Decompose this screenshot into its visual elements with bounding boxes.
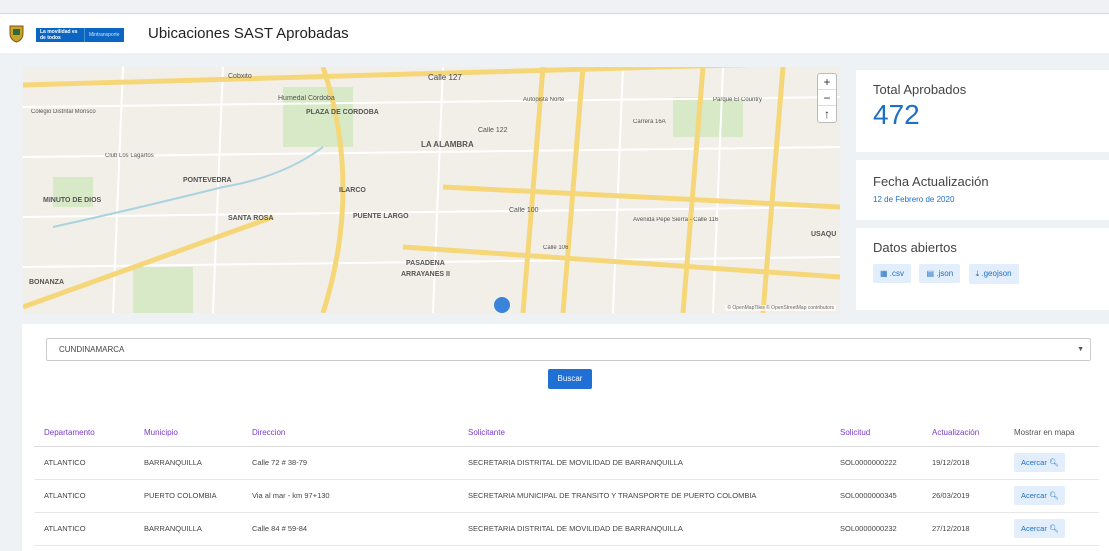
page-title: Ubicaciones SAST Aprobadas bbox=[148, 25, 349, 42]
cell-direccion: Calle 72 # 38-79 bbox=[242, 446, 458, 480]
cell-mostrar: Acercar 🔍︎ bbox=[1004, 479, 1099, 513]
cell-departamento: ATLANTICO bbox=[34, 512, 134, 546]
table-icon: ▦ bbox=[880, 269, 890, 278]
cell-actualizacion: 26/03/2019 bbox=[922, 479, 1004, 513]
table-row: ATLANTICO PUERTO COLOMBIA Via al mar - k… bbox=[34, 479, 1099, 513]
search-icon: 🔍︎ bbox=[1048, 491, 1059, 500]
map-label: Carrera 16A bbox=[633, 119, 666, 125]
map-label: PONTEVEDRA bbox=[183, 177, 232, 184]
map-label: Calle 100 bbox=[509, 207, 539, 214]
col-municipio[interactable]: Municipio bbox=[134, 420, 242, 447]
department-select-value: CUNDINAMARCA bbox=[59, 345, 125, 354]
map-label: Autopista Norte bbox=[523, 97, 565, 103]
zoom-to-button[interactable]: Acercar 🔍︎ bbox=[1014, 486, 1066, 505]
map-label: LA ALAMBRA bbox=[421, 140, 474, 149]
map-label: Club Los Lagartos bbox=[105, 153, 154, 159]
reset-north-button[interactable]: ↑ bbox=[818, 106, 836, 122]
col-direccion[interactable]: Direccion bbox=[242, 420, 458, 447]
table-row: ATLANTICO BARRANQUILLA Calle 72 # 38-79 … bbox=[34, 446, 1099, 480]
cell-solicitante: SECRETARIA DISTRITAL DE MOVILIDAD DE BAR… bbox=[458, 446, 830, 480]
cell-municipio: PUERTO COLOMBIA bbox=[134, 479, 242, 513]
col-actualizacion[interactable]: Actualización bbox=[922, 420, 1004, 447]
table-row: ATLANTICO BARRANQUILLA Calle 84 # 59-84 … bbox=[34, 512, 1099, 546]
search-icon: 🔍︎ bbox=[1048, 458, 1059, 467]
cell-solicitante: SECRETARIA DISTRITAL DE MOVILIDAD DE BAR… bbox=[458, 512, 830, 546]
cell-departamento: ATLANTICO bbox=[34, 446, 134, 480]
coat-of-arms-icon bbox=[9, 25, 24, 43]
download-csv-button[interactable]: ▦ .csv bbox=[873, 264, 912, 283]
col-departamento[interactable]: Departamento bbox=[34, 420, 134, 447]
search-icon: 🔍︎ bbox=[1048, 524, 1059, 533]
map-attribution: © OpenMapTiles © OpenStreetMap contribut… bbox=[725, 305, 836, 311]
open-data-card: Datos abiertos ▦ .csv ▤ .json ⤓ .geojson bbox=[856, 228, 1109, 310]
map-label: PLAZA DE CÓRDOBA bbox=[306, 109, 379, 116]
brand-ministry: Mintransporte bbox=[84, 28, 124, 42]
map-label: Avenida Pepe Sierra - Calle 116 bbox=[633, 217, 719, 223]
table-header-row: Departamento Municipio Direccion Solicit… bbox=[34, 420, 1099, 447]
col-mostrar: Mostrar en mapa bbox=[1004, 420, 1099, 447]
cell-solicitante: SECRETARIA MUNICIPAL DE TRANSITO Y TRANS… bbox=[458, 479, 830, 513]
updated-card: Fecha Actualización 12 de Febrero de 202… bbox=[856, 160, 1109, 220]
map-controls: + − ↑ bbox=[817, 73, 837, 123]
brand-logo[interactable]: La movilidad es de todos Mintransporte bbox=[36, 28, 124, 42]
map-label: USAQU bbox=[811, 231, 837, 238]
total-card: Total Aprobados 472 bbox=[856, 70, 1109, 152]
updated-value: 12 de Febrero de 2020 bbox=[873, 195, 955, 204]
search-button[interactable]: Buscar bbox=[548, 369, 592, 389]
cell-municipio: BARRANQUILLA bbox=[134, 512, 242, 546]
map-label: Colegio Distrital Morisco bbox=[31, 109, 96, 115]
cell-actualizacion: 19/12/2018 bbox=[922, 446, 1004, 480]
cell-solicitud: SOL0000000232 bbox=[830, 512, 922, 546]
map-label: PUENTE LARGO bbox=[353, 213, 409, 220]
zoom-in-button[interactable]: + bbox=[818, 74, 836, 90]
brand-line: La movilidad es de todos bbox=[40, 29, 78, 41]
map-marker-icon[interactable] bbox=[494, 297, 510, 313]
total-value: 472 bbox=[873, 99, 920, 130]
file-icon: ▤ bbox=[926, 269, 937, 278]
zoom-out-button[interactable]: − bbox=[818, 90, 836, 106]
zoom-to-button[interactable]: Acercar 🔍︎ bbox=[1014, 519, 1066, 538]
total-label: Total Aprobados bbox=[873, 82, 967, 97]
cell-departamento: ATLANTICO bbox=[34, 479, 134, 513]
chevron-down-icon: ▼ bbox=[1077, 346, 1084, 353]
map-label: SANTA ROSA bbox=[228, 215, 274, 222]
map-label: ILARCO bbox=[339, 187, 366, 194]
cell-municipio: BARRANQUILLA bbox=[134, 446, 242, 480]
map-label: ARRAYANES II bbox=[401, 271, 450, 278]
download-json-button[interactable]: ▤ .json bbox=[919, 264, 961, 283]
map-label: MINUTO DE DIOS bbox=[43, 197, 102, 204]
cell-direccion: Calle 84 # 59-84 bbox=[242, 512, 458, 546]
map-label: Calle 106 bbox=[543, 245, 569, 251]
results-table: Departamento Municipio Direccion Solicit… bbox=[34, 420, 1099, 546]
map-label: Parque El Country bbox=[713, 97, 763, 103]
col-solicitud[interactable]: Solicitud bbox=[830, 420, 922, 447]
cell-actualizacion: 27/12/2018 bbox=[922, 512, 1004, 546]
map-label: Cobxito bbox=[228, 73, 252, 80]
map-label: PASADENA bbox=[406, 260, 445, 267]
map-view[interactable]: + − ↑ © OpenMapTiles © OpenStreetMap con… bbox=[23, 67, 840, 313]
results-panel: CUNDINAMARCA ▼ Buscar Departamento Munic… bbox=[22, 324, 1109, 551]
cell-solicitud: SOL0000000345 bbox=[830, 479, 922, 513]
cell-direccion: Via al mar - km 97+130 bbox=[242, 479, 458, 513]
open-data-label: Datos abiertos bbox=[873, 240, 957, 255]
download-geojson-button[interactable]: ⤓ .geojson bbox=[968, 264, 1019, 284]
zoom-to-button[interactable]: Acercar 🔍︎ bbox=[1014, 453, 1066, 472]
map-label: Calle 122 bbox=[478, 127, 508, 134]
map-label: Humedal Córdoba bbox=[278, 95, 335, 102]
cell-mostrar: Acercar 🔍︎ bbox=[1004, 446, 1099, 480]
updated-label: Fecha Actualización bbox=[873, 174, 989, 189]
map-label: Calle 127 bbox=[428, 73, 462, 82]
department-select[interactable]: CUNDINAMARCA ▼ bbox=[46, 338, 1091, 361]
map-label: BONANZA bbox=[29, 279, 64, 286]
top-bar: La movilidad es de todos Mintransporte U… bbox=[0, 13, 1109, 53]
col-solicitante[interactable]: Solicitante bbox=[458, 420, 830, 447]
cell-solicitud: SOL0000000222 bbox=[830, 446, 922, 480]
cell-mostrar: Acercar 🔍︎ bbox=[1004, 512, 1099, 546]
